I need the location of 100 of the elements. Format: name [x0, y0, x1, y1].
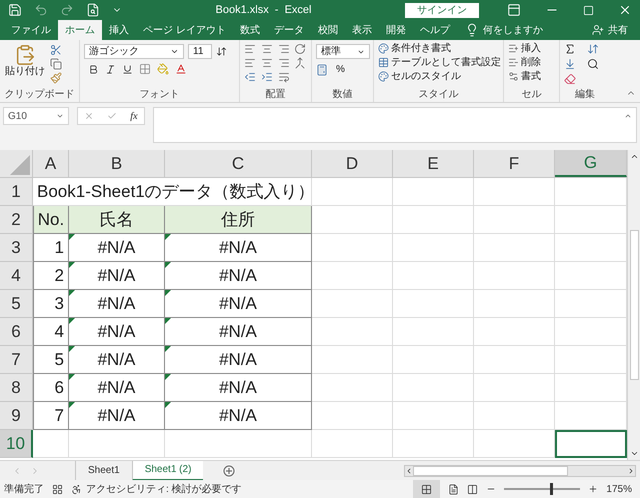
table-cell[interactable]: [312, 374, 393, 402]
table-cell[interactable]: [393, 290, 474, 318]
fill-icon[interactable]: [564, 58, 576, 70]
table-cell[interactable]: #N/A: [165, 290, 312, 318]
table-cell[interactable]: #N/A: [69, 262, 165, 290]
style-menu-button[interactable]: セルのスタイル: [391, 70, 461, 83]
table-cell[interactable]: [474, 178, 555, 206]
table-cell[interactable]: [393, 178, 474, 206]
style-menu-button[interactable]: 条件付き書式: [391, 42, 451, 55]
table-cell[interactable]: [474, 290, 555, 318]
paste-button[interactable]: 貼り付け: [4, 44, 46, 78]
zoom-in-icon[interactable]: [588, 484, 598, 494]
column-header[interactable]: B: [69, 150, 165, 177]
ribbon-tab[interactable]: 数式: [232, 20, 267, 40]
border-icon[interactable]: [139, 63, 151, 75]
clipboard-icon[interactable]: [14, 44, 36, 66]
insert-function-button[interactable]: fx: [130, 108, 138, 124]
row-header[interactable]: 8: [0, 374, 33, 402]
formula-input[interactable]: [153, 107, 637, 143]
table-cell[interactable]: [33, 430, 69, 458]
dropdown-icon[interactable]: [56, 112, 64, 120]
italic-icon[interactable]: [105, 64, 116, 74]
table-cell[interactable]: [555, 430, 627, 458]
tell-me-field[interactable]: 何をしますか: [482, 22, 543, 38]
expand-icon[interactable]: [624, 112, 632, 120]
scroll-right-icon[interactable]: [627, 466, 635, 474]
zoom-slider-thumb[interactable]: [550, 483, 554, 495]
add-sheet-icon[interactable]: [223, 464, 236, 476]
table-cell[interactable]: [393, 402, 474, 430]
ribbon-tab[interactable]: データ: [266, 20, 311, 40]
sheet-tab[interactable]: Sheet1 (2): [132, 460, 204, 480]
merge-icon[interactable]: [294, 57, 306, 69]
row-header[interactable]: 1: [0, 178, 33, 206]
scroll-left-icon[interactable]: [405, 466, 413, 474]
sum-icon[interactable]: [564, 43, 576, 55]
column-header[interactable]: E: [393, 150, 474, 177]
table-cell[interactable]: [474, 234, 555, 262]
indent-decrease-icon[interactable]: [244, 71, 256, 83]
table-cell[interactable]: [393, 206, 474, 234]
indent-increase-icon[interactable]: [260, 71, 273, 83]
percent-button[interactable]: %: [336, 62, 345, 77]
redo-icon[interactable]: [60, 3, 74, 17]
font-size-field[interactable]: 11: [188, 44, 212, 59]
align-right-icon[interactable]: [278, 57, 290, 69]
bold-icon[interactable]: [88, 64, 99, 74]
table-cell[interactable]: [474, 318, 555, 346]
name-box[interactable]: G10: [3, 107, 69, 125]
table-cell[interactable]: [474, 430, 555, 458]
table-cell[interactable]: [312, 430, 393, 458]
fill-color-icon[interactable]: [157, 63, 169, 75]
table-cell[interactable]: [312, 262, 393, 290]
dropdown-icon[interactable]: [170, 47, 179, 56]
print-preview-icon[interactable]: [86, 3, 100, 17]
font-color-icon[interactable]: [175, 63, 187, 75]
table-cell[interactable]: [474, 374, 555, 402]
table-cell[interactable]: #N/A: [69, 290, 165, 318]
ribbon-tab[interactable]: 表示: [344, 20, 379, 40]
search-icon[interactable]: [586, 58, 598, 70]
table-cell[interactable]: 住所: [165, 206, 312, 234]
column-header[interactable]: D: [312, 150, 393, 177]
undo-icon[interactable]: [34, 3, 48, 17]
enter-icon[interactable]: [107, 111, 118, 121]
page-break-icon[interactable]: [467, 484, 478, 494]
row-header[interactable]: 5: [0, 290, 33, 318]
table-cell[interactable]: 7: [33, 402, 69, 430]
align-center-icon[interactable]: [260, 57, 273, 69]
table-cell[interactable]: [312, 290, 393, 318]
column-header[interactable]: C: [165, 150, 312, 177]
sort-icon[interactable]: [586, 43, 598, 55]
row-header[interactable]: 6: [0, 318, 33, 346]
ribbon-display-icon[interactable]: [507, 3, 521, 17]
select-all-icon[interactable]: [10, 155, 30, 175]
table-cell[interactable]: #N/A: [165, 262, 312, 290]
table-cell[interactable]: #N/A: [69, 318, 165, 346]
table-cell[interactable]: #N/A: [165, 402, 312, 430]
close-icon[interactable]: [618, 3, 632, 17]
ribbon-tab[interactable]: ヘルプ: [412, 20, 457, 40]
table-cell[interactable]: #N/A: [69, 346, 165, 374]
table-cell[interactable]: 4: [33, 318, 69, 346]
column-header[interactable]: G: [555, 150, 627, 177]
align-bottom-icon[interactable]: [278, 43, 290, 55]
row-header[interactable]: 4: [0, 262, 33, 290]
share-button[interactable]: 共有: [584, 20, 636, 40]
font-name-field[interactable]: 游ゴシック: [84, 44, 184, 59]
font-size-icon[interactable]: [216, 46, 227, 57]
style-menu-button[interactable]: テーブルとして書式設定: [391, 56, 501, 69]
copy-icon[interactable]: [50, 58, 62, 70]
table-cell[interactable]: [474, 346, 555, 374]
table-cell[interactable]: #N/A: [165, 346, 312, 374]
table-cell[interactable]: [312, 402, 393, 430]
settings-icon[interactable]: [508, 71, 519, 82]
cancel-icon[interactable]: [84, 111, 94, 121]
table-cell[interactable]: 6: [33, 374, 69, 402]
table-cell[interactable]: #N/A: [69, 234, 165, 262]
row-header[interactable]: 7: [0, 346, 33, 374]
table-cell[interactable]: [393, 234, 474, 262]
table-icon[interactable]: [378, 57, 389, 68]
table-cell[interactable]: [312, 234, 393, 262]
palette-icon[interactable]: [378, 43, 389, 54]
palette-icon[interactable]: [378, 71, 389, 82]
